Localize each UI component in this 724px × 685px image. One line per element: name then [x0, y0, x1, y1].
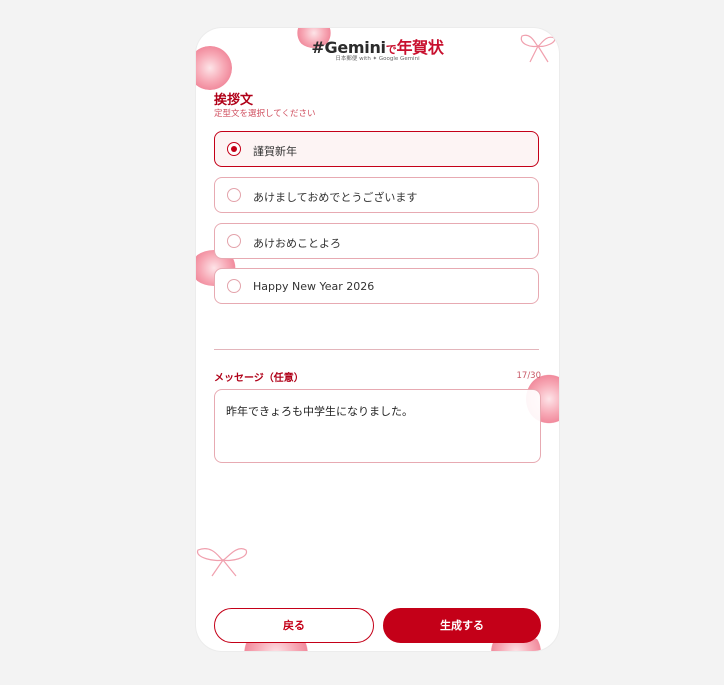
- message-textarea[interactable]: 昨年できょろも中学生になりました。: [214, 389, 541, 463]
- message-char-count: 17/30: [516, 371, 542, 381]
- greeting-option-happy-new-year[interactable]: Happy New Year 2026: [214, 268, 539, 304]
- back-button[interactable]: 戻る: [214, 608, 374, 643]
- app-header: #Geminiで年賀状 日本郵便 with ✦ Google Gemini: [196, 28, 559, 68]
- message-text[interactable]: 昨年できょろも中学生になりました。: [226, 403, 413, 419]
- greeting-option-akemashite[interactable]: あけましておめでとうございます: [214, 177, 539, 213]
- radio-button-icon[interactable]: [227, 188, 241, 202]
- message-label: メッセージ（任意）: [214, 373, 304, 384]
- greeting-option-label: Happy New Year 2026: [253, 280, 375, 293]
- logo-subtitle: 日本郵便 with ✦ Google Gemini: [335, 56, 420, 62]
- generate-button[interactable]: 生成する: [383, 608, 541, 643]
- radio-button-icon[interactable]: [227, 234, 241, 248]
- greeting-option-label: あけましておめでとうございます: [253, 191, 418, 204]
- greeting-section-subtitle: 定型文を選択してください: [214, 109, 316, 119]
- greeting-section-title: 挨拶文: [214, 93, 254, 108]
- greeting-option-akeome[interactable]: あけおめことよろ: [214, 223, 539, 259]
- radio-button-icon[interactable]: [227, 279, 241, 293]
- greeting-option-kinga-shinnen[interactable]: 謹賀新年: [214, 131, 539, 167]
- greeting-option-label: あけおめことよろ: [253, 237, 341, 250]
- greeting-option-label: 謹賀新年: [253, 145, 297, 158]
- new-year-card-form: #Geminiで年賀状 日本郵便 with ✦ Google Gemini 挨拶…: [196, 28, 559, 651]
- section-divider: [214, 349, 539, 350]
- mizuhiki-ribbon-decoration: [197, 548, 248, 577]
- radio-button-icon[interactable]: [227, 142, 241, 156]
